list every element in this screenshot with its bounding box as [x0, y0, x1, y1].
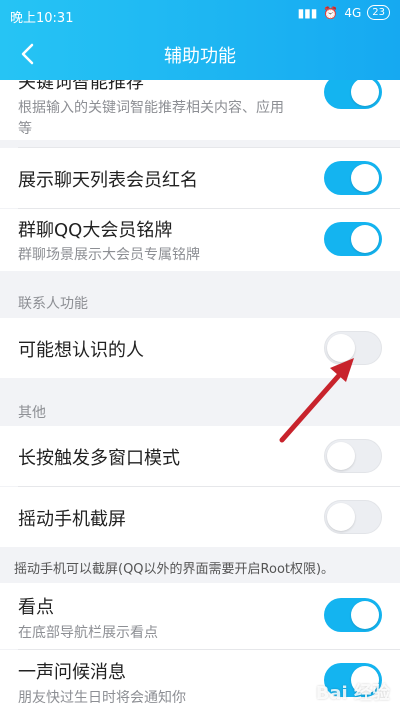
setting-description: 群聊场景展示大会员专属铭牌 [18, 247, 200, 263]
toggle-knob [327, 503, 355, 531]
toggle-knob [351, 601, 379, 629]
toggle-knob [327, 334, 355, 362]
setting-label: 看点 [18, 597, 54, 618]
setting-description: 根据输入的关键词智能推荐相关内容、应用 [18, 100, 284, 116]
status-indicators: ▮▮▮ ⏰ 4G 23 [298, 5, 390, 20]
toggle-switch[interactable] [324, 439, 382, 473]
setting-label: 可能想认识的人 [18, 340, 144, 361]
setting-row-red-name: 展示聊天列表会员红名 [0, 148, 400, 208]
setting-description: 朋友快过生日时将会通知你 [18, 690, 186, 706]
setting-row-kandian: 看点 在底部导航栏展示看点 [0, 583, 400, 649]
setting-row-shake: 摇动手机截屏 [0, 487, 400, 547]
title-bar: 辅助功能 [0, 28, 400, 80]
setting-label: 展示聊天列表会员红名 [18, 170, 198, 191]
setting-row-keyword: 关键词智能推荐 根据输入的关键词智能推荐相关内容、应用 等 [0, 80, 400, 140]
toggle-knob [327, 442, 355, 470]
toggle-knob [351, 164, 379, 192]
toggle-switch[interactable] [324, 598, 382, 632]
shake-note: 摇动手机可以截屏(QQ以外的界面需要开启Root权限)。 [14, 562, 335, 577]
setting-label: 摇动手机截屏 [18, 509, 126, 530]
network-label: 4G [344, 5, 362, 20]
setting-label: 群聊QQ大会员铭牌 [18, 220, 173, 241]
status-time: 晚上10:31 [10, 11, 74, 26]
app-header: 晚上10:31 ▮▮▮ ⏰ 4G 23 辅助功能 [0, 0, 400, 80]
section-header-other: 其他 [18, 405, 46, 421]
toggle-switch[interactable] [324, 80, 382, 109]
signal-icon: ▮▮▮ [297, 5, 318, 20]
toggle-knob [351, 80, 379, 106]
section-header-contacts: 联系人功能 [18, 296, 88, 312]
setting-description-cont: 等 [18, 121, 32, 137]
setting-row-maybe-know: 可能想认识的人 [0, 318, 400, 378]
toggle-switch[interactable] [324, 161, 382, 195]
setting-label: 关键词智能推荐 [18, 80, 144, 93]
watermark-logo: Bai 经验 [315, 683, 390, 704]
toggle-switch[interactable] [324, 500, 382, 534]
setting-row-multi-window: 长按触发多窗口模式 [0, 426, 400, 486]
setting-description: 在底部导航栏展示看点 [18, 625, 158, 641]
toggle-knob [351, 225, 379, 253]
status-bar: 晚上10:31 ▮▮▮ ⏰ 4G 23 [0, 0, 400, 28]
page-title: 辅助功能 [164, 46, 236, 67]
setting-label: 一声问候消息 [18, 662, 126, 683]
alarm-icon: ⏰ [323, 5, 339, 20]
settings-list: 关键词智能推荐 根据输入的关键词智能推荐相关内容、应用 等 展示聊天列表会员红名… [0, 80, 400, 711]
setting-row-badge: 群聊QQ大会员铭牌 群聊场景展示大会员专属铭牌 [0, 209, 400, 271]
toggle-switch[interactable] [324, 222, 382, 256]
setting-label: 长按触发多窗口模式 [18, 448, 180, 469]
toggle-switch[interactable] [324, 331, 382, 365]
battery-icon: 23 [367, 5, 390, 20]
